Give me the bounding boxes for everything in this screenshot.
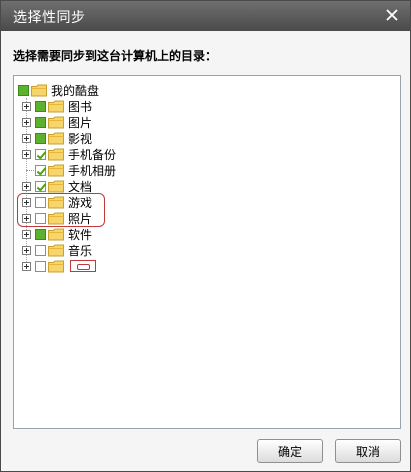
folder-icon	[48, 132, 64, 145]
tree-item[interactable]: 手机备份	[22, 146, 116, 162]
sync-dialog: 选择性同步 选择需要同步到这台计算机上的目录： 我的酷盘 图书 图片 影视 手机…	[0, 0, 411, 472]
folder-icon	[48, 244, 64, 257]
tree-item[interactable]: 手机相册	[22, 162, 116, 178]
tree-item-label: 手机备份	[68, 147, 117, 162]
tree-item-label: 文档	[68, 179, 93, 194]
item-checkbox[interactable]	[35, 260, 46, 272]
item-checkbox[interactable]	[35, 100, 46, 112]
tree-item-label: 图片	[68, 115, 93, 130]
tree-item-label: 图书	[68, 99, 93, 114]
folder-icon	[48, 116, 64, 129]
tree-item-label: 音乐	[68, 243, 93, 258]
folder-tree: 我的酷盘 图书 图片 影视 手机备份 手机相册 文档 游戏 照片 软件 音乐	[14, 76, 400, 428]
item-checkbox[interactable]	[35, 196, 46, 208]
tree-connector	[22, 162, 34, 178]
dialog-title: 选择性同步	[13, 10, 86, 26]
root-checkbox[interactable]	[18, 84, 29, 96]
tree-item-label: 影视	[68, 131, 93, 146]
folder-icon	[48, 180, 64, 193]
tree-item[interactable]	[22, 258, 68, 274]
close-icon[interactable]	[382, 5, 402, 25]
title-bar: 选择性同步	[1, 1, 410, 31]
folder-icon	[48, 100, 64, 113]
folder-icon	[48, 196, 64, 209]
expand-icon[interactable]	[22, 101, 31, 111]
expand-icon[interactable]	[22, 197, 31, 207]
tree-item-label: 游戏	[68, 195, 93, 210]
item-checkbox[interactable]	[35, 180, 46, 192]
expand-icon[interactable]	[22, 181, 31, 191]
tree-item-label: 软件	[68, 227, 93, 242]
expand-icon[interactable]	[22, 213, 31, 223]
item-checkbox[interactable]	[35, 244, 46, 256]
expand-icon[interactable]	[22, 229, 31, 239]
tree-item-label: 照片	[68, 211, 93, 226]
folder-tree-panel[interactable]: 我的酷盘 图书 图片 影视 手机备份 手机相册 文档 游戏 照片 软件 音乐	[13, 75, 401, 429]
instruction-text: 选择需要同步到这台计算机上的目录：	[13, 49, 218, 63]
folder-icon	[48, 228, 64, 241]
item-checkbox[interactable]	[35, 228, 46, 240]
tree-item[interactable]: 图书	[22, 98, 92, 114]
expand-icon[interactable]	[22, 149, 31, 159]
tree-item[interactable]: 文档	[22, 178, 92, 194]
item-checkbox[interactable]	[35, 164, 46, 176]
folder-icon	[48, 260, 64, 273]
expand-icon[interactable]	[22, 245, 31, 255]
tree-item-label: 手机相册	[68, 163, 117, 178]
tree-item[interactable]: 软件	[22, 226, 92, 242]
expand-icon[interactable]	[22, 117, 31, 127]
tree-item[interactable]: 游戏	[22, 194, 92, 210]
tree-item[interactable]: 音乐	[22, 242, 92, 258]
folder-icon	[31, 84, 47, 97]
expand-icon[interactable]	[22, 261, 31, 271]
cancel-button[interactable]: 取消	[335, 439, 401, 463]
ok-button[interactable]: 确定	[257, 439, 323, 463]
tree-item[interactable]: 影视	[22, 130, 92, 146]
tree-item[interactable]: 照片	[22, 210, 92, 226]
folder-icon	[48, 164, 64, 177]
item-checkbox[interactable]	[35, 116, 46, 128]
tree-item[interactable]: 图片	[22, 114, 92, 130]
folder-icon	[48, 212, 64, 225]
expand-icon[interactable]	[22, 133, 31, 143]
new-folder-name-input[interactable]	[70, 260, 96, 272]
item-checkbox[interactable]	[35, 132, 46, 144]
item-checkbox[interactable]	[35, 212, 46, 224]
folder-icon	[48, 148, 64, 161]
tree-root[interactable]: 我的酷盘	[18, 82, 99, 98]
item-checkbox[interactable]	[35, 148, 46, 160]
tree-root-label: 我的酷盘	[51, 83, 100, 98]
